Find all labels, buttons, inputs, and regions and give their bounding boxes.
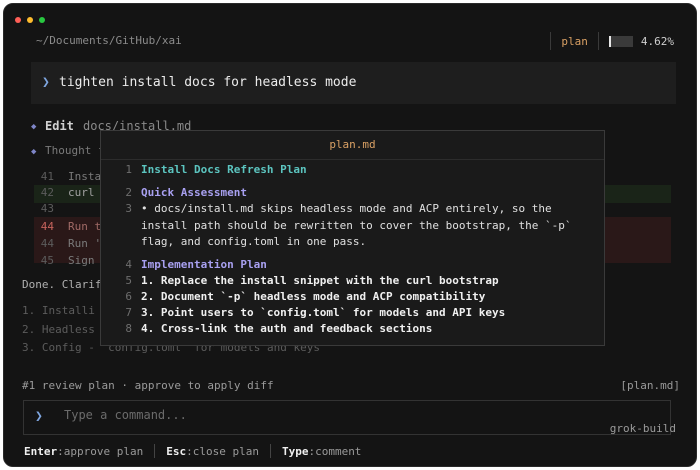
modal-title: plan.md <box>101 131 604 160</box>
line-number: 45 <box>40 254 54 267</box>
line-number: 42 <box>40 186 54 199</box>
plan-step: 3. Point users to `config.toml` for mode… <box>141 306 506 319</box>
line-number: 5 <box>125 274 132 287</box>
line-number: 44 <box>40 237 54 250</box>
line-number: 7 <box>125 306 132 319</box>
diff-line: Insta <box>68 170 102 183</box>
line-number: 1 <box>125 163 132 176</box>
done-text: Done. Clarif <box>22 278 102 291</box>
hint-action: :comment <box>308 444 362 458</box>
hint-close[interactable]: Esc:close plan <box>166 445 259 458</box>
diamond-icon: ◆ <box>31 147 37 157</box>
usage-percent: 4.62% <box>640 34 674 48</box>
plan-modal: plan.md 1 Install Docs Refresh Plan 2 Qu… <box>100 130 605 346</box>
edit-label: Edit <box>45 119 74 133</box>
close-light[interactable] <box>15 17 21 23</box>
summary-item: 1. Installi - <box>22 304 109 317</box>
hint-key: Type <box>281 444 309 458</box>
usage-meter <box>608 35 633 47</box>
divider <box>154 444 156 458</box>
hint-key: Enter <box>24 444 58 458</box>
mode-badge: plan <box>561 34 588 48</box>
chevron-right-icon: ❯ <box>35 409 43 424</box>
diff-line: Sign <box>68 254 95 267</box>
status-line: #1 review plan · approve to apply diff <box>22 379 274 392</box>
hint-action: :approve plan <box>57 444 144 458</box>
line-number: 44 <box>40 220 54 233</box>
zoom-light[interactable] <box>39 17 45 23</box>
thought-label: Thought f <box>45 144 105 157</box>
prompt-text: tighten install docs for headless mode <box>59 75 357 90</box>
working-directory: ~/Documents/GitHub/xai <box>36 34 182 47</box>
line-number: 4 <box>125 258 132 271</box>
chevron-right-icon: ❯ <box>42 75 50 90</box>
command-bar: ❯ <box>23 400 671 435</box>
build-label: grok-build <box>609 422 676 435</box>
plan-heading: Implementation Plan <box>141 258 267 271</box>
minimize-light[interactable] <box>27 17 33 23</box>
plan-heading: Quick Assessment <box>141 186 247 199</box>
line-number: 3 <box>125 202 132 215</box>
plan-step: 4. Cross-link the auth and feedback sect… <box>141 322 433 335</box>
line-number: 8 <box>125 322 132 335</box>
active-file-tag: [plan.md] <box>620 379 680 392</box>
terminal-window: ~/Documents/GitHub/xai plan 4.62% ❯ tigh… <box>3 3 697 467</box>
hint-key: Esc <box>166 444 187 458</box>
plan-title: Install Docs Refresh Plan <box>141 163 307 176</box>
diff-line: curl <box>68 186 95 199</box>
command-input[interactable] <box>62 407 446 423</box>
hint-comment[interactable]: Type:comment <box>282 445 361 458</box>
line-number: 6 <box>125 290 132 303</box>
divider <box>269 444 271 458</box>
divider <box>550 32 552 50</box>
keyboard-hints: Enter:approve plan Esc:close plan Type:c… <box>24 444 361 458</box>
summary-item: 2. Headless <box>22 323 95 336</box>
top-bar: ~/Documents/GitHub/xai plan 4.62% <box>4 26 696 56</box>
line-number: 43 <box>40 202 54 215</box>
line-number: 2 <box>125 186 132 199</box>
divider <box>597 32 599 50</box>
window-controls <box>15 17 45 23</box>
plan-step: 2. Document `-p` headless mode and ACP c… <box>141 290 486 303</box>
hint-approve[interactable]: Enter:approve plan <box>24 445 143 458</box>
line-number: 41 <box>40 170 54 183</box>
diamond-icon: ◆ <box>31 122 37 132</box>
hint-action: :close plan <box>186 444 259 458</box>
plan-paragraph: • docs/install.md skips headless mode an… <box>141 202 572 248</box>
usage-meter-fill <box>608 35 612 47</box>
plan-step: 1. Replace the install snippet with the … <box>141 274 499 287</box>
user-prompt: ❯ tighten install docs for headless mode <box>31 62 676 104</box>
top-right-status: plan 4.62% <box>540 32 674 50</box>
